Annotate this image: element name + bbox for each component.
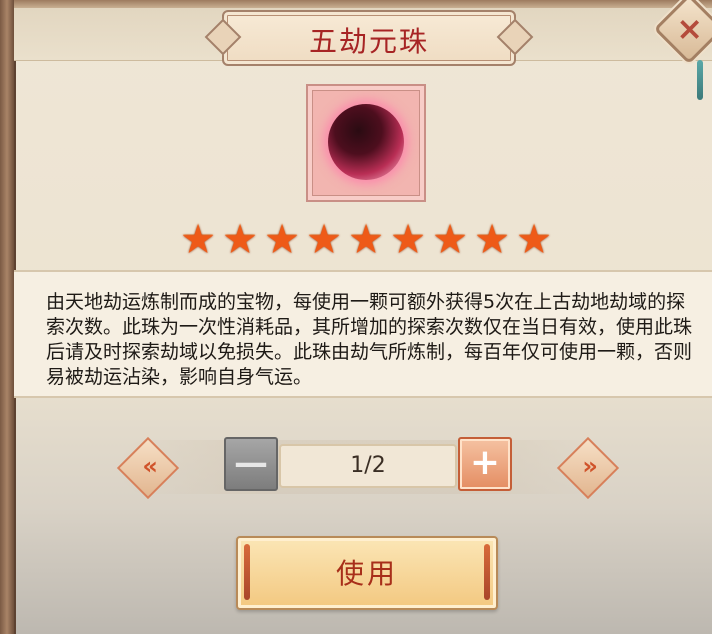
close-icon: × — [676, 9, 704, 48]
minus-icon: — — [234, 443, 268, 483]
use-button-label: 使用 — [335, 557, 398, 590]
dialog-title: 五劫元珠 — [308, 25, 429, 58]
star-icon: ★ — [222, 217, 258, 263]
dialog-top-frame — [14, 0, 712, 8]
double-chevron-right-icon: » — [582, 451, 598, 480]
item-icon-frame — [306, 84, 426, 202]
star-icon: ★ — [390, 217, 426, 263]
star-icon: ★ — [264, 217, 300, 263]
pearl-orb-icon — [328, 104, 404, 180]
decrease-button[interactable]: — — [224, 437, 278, 491]
quantity-display: 1/2 — [279, 444, 457, 488]
plus-icon: + — [469, 442, 501, 483]
use-button[interactable]: 使用 — [236, 536, 498, 610]
star-rating: ★ ★ ★ ★ ★ ★ ★ ★ ★ — [178, 220, 554, 260]
star-icon: ★ — [180, 217, 216, 263]
close-tassel — [697, 60, 703, 100]
description-panel: 由天地劫运炼制而成的宝物，每使用一颗可额外获得5次在上古劫地劫域的探索次数。此珠… — [14, 270, 712, 398]
star-icon: ★ — [474, 217, 510, 263]
star-icon: ★ — [348, 217, 384, 263]
star-icon: ★ — [432, 217, 468, 263]
item-description: 由天地劫运炼制而成的宝物，每使用一颗可额外获得5次在上古劫地劫域的探索次数。此珠… — [46, 291, 693, 388]
title-plate: 五劫元珠 — [222, 10, 516, 66]
double-chevron-left-icon: « — [142, 451, 158, 480]
increase-button[interactable]: + — [458, 437, 512, 491]
star-icon: ★ — [306, 217, 342, 263]
star-icon: ★ — [516, 217, 552, 263]
